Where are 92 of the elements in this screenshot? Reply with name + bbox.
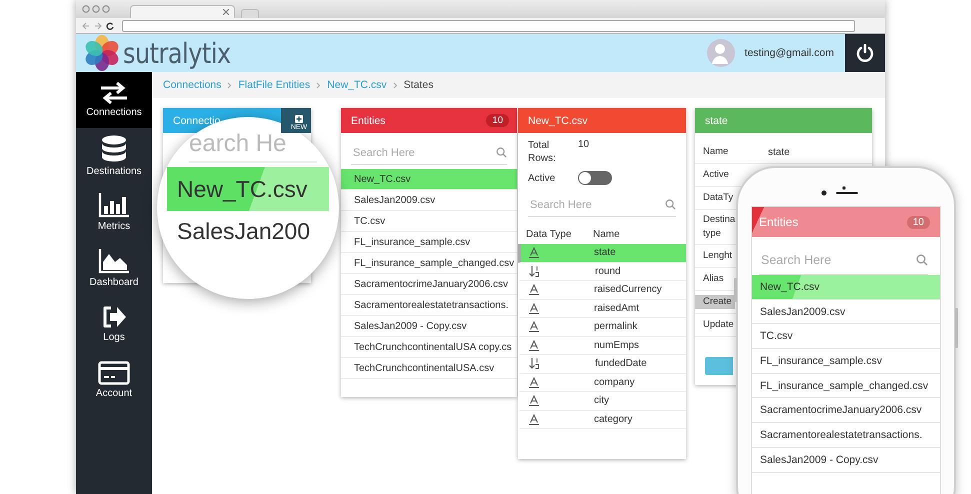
panel-title: state [705,114,728,126]
area-chart-icon [98,248,130,274]
text-type-icon [529,395,539,406]
chevron-icon [392,82,398,88]
text-type-icon [529,376,539,388]
property-value: state [768,146,790,158]
entity-item[interactable]: SalesJan2009.csv [341,190,517,211]
column-header: Name [593,229,621,240]
property-label: Destina type [702,213,735,241]
text-type-icon [529,284,539,296]
entity-item[interactable]: SalesJan2009 - Copy.csv [341,316,517,337]
logo-icon [83,35,121,71]
search-icon [665,199,676,210]
field-row[interactable]: numEmps [518,336,686,355]
sidebar-item[interactable]: Logs [76,296,152,352]
field-row[interactable]: round [518,262,686,281]
panel-title: Connectio [173,114,220,126]
entity-item[interactable]: FL_insurance_sample.csv [341,232,517,253]
field-row[interactable]: city [518,392,686,410]
window-controls-icon[interactable] [82,5,112,13]
entity-item[interactable]: TechCrunchcontinentalUSA copy.cs [341,337,517,358]
reload-icon[interactable] [106,22,114,30]
close-icon[interactable] [223,9,229,15]
numeric-sort-icon [529,358,540,370]
entity-item[interactable]: New_TC.csv [752,275,940,300]
search-icon [496,147,507,158]
property-label: DataTy [702,191,734,205]
text-type-icon [529,340,539,351]
field-row[interactable]: company [518,374,686,392]
chevron-icon [316,82,322,88]
database-icon [101,135,127,163]
panel-title: New_TC.csv [528,114,588,126]
property-label: Create [695,295,735,309]
swap-arrows-icon [99,82,129,104]
field-row[interactable]: fundedDate [518,355,686,374]
field-row[interactable]: raisedAmt [518,300,686,318]
search-icon [916,254,928,266]
entity-item[interactable]: FL_insurance_sample_changed.csv [341,253,517,274]
breadcrumb-link[interactable]: States [404,79,434,91]
sidebar-item[interactable]: Destinations [76,128,152,184]
panel-title: Entities [351,114,386,126]
entity-item: New_TC.csv [167,167,329,211]
active-toggle[interactable] [578,171,612,185]
field-row[interactable]: permalink [518,318,686,336]
count-badge: 10 [486,114,509,127]
entity-item[interactable]: TC.csv [341,211,517,232]
power-button[interactable] [845,34,885,72]
bar-chart-icon [98,192,130,218]
plus-icon [295,115,303,123]
field-row[interactable]: category [518,410,686,429]
sidebar-item[interactable]: Connections [76,72,152,128]
entity-item[interactable]: Sacramentorealestatetransactions. [341,295,517,316]
sidebar-item[interactable]: Metrics [76,184,152,240]
search-field[interactable]: Search Here [528,198,665,212]
total-rows-value: 10 [578,139,590,150]
address-field[interactable] [122,20,855,32]
sidebar-item[interactable]: Account [76,352,152,408]
user-email: testing@gmail.com [744,47,834,59]
text-type-icon [529,414,539,425]
active-label: Active [528,172,556,184]
entity-item[interactable]: TechCrunchcontinentalUSA.csv [341,358,517,379]
forward-icon[interactable] [94,22,102,30]
browser-tab[interactable] [130,5,235,18]
text-type-icon [529,302,539,314]
search-field[interactable]: Search Here [351,146,496,160]
avatar-icon[interactable] [706,39,735,67]
sign-out-icon [101,305,127,329]
entity-item[interactable]: New_TC.csv [341,169,517,190]
text-type-icon [529,247,539,258]
credit-card-icon [98,361,130,385]
count-badge: 10 [906,216,930,228]
numeric-sort-icon [529,266,540,277]
total-rows-label: Total Rows: [528,139,557,165]
power-icon [856,44,874,62]
property-label: Alias [702,272,725,286]
sidebar-item[interactable]: Dashboard [76,240,152,296]
entity-item[interactable]: SacramentocrimeJanuary2006.csv [341,274,517,295]
field-row[interactable]: state [518,244,686,262]
new-tab-button[interactable] [241,9,259,18]
entity-item[interactable]: SalesJan2009.csv [752,300,940,324]
text-type-icon [529,321,539,332]
property-label: Lenght [702,249,734,263]
search-field[interactable]: Search Here [759,252,916,268]
property-label: Name [702,145,730,159]
property-label: Active [702,168,730,182]
panel-title: Entities [759,215,798,229]
property-label: Update [702,318,735,332]
logo-text: sutralytix [123,36,231,70]
back-icon[interactable] [82,22,90,30]
field-row[interactable]: raisedCurrency [518,281,686,300]
chevron-icon [227,82,232,88]
column-header: Data Type [526,229,572,240]
